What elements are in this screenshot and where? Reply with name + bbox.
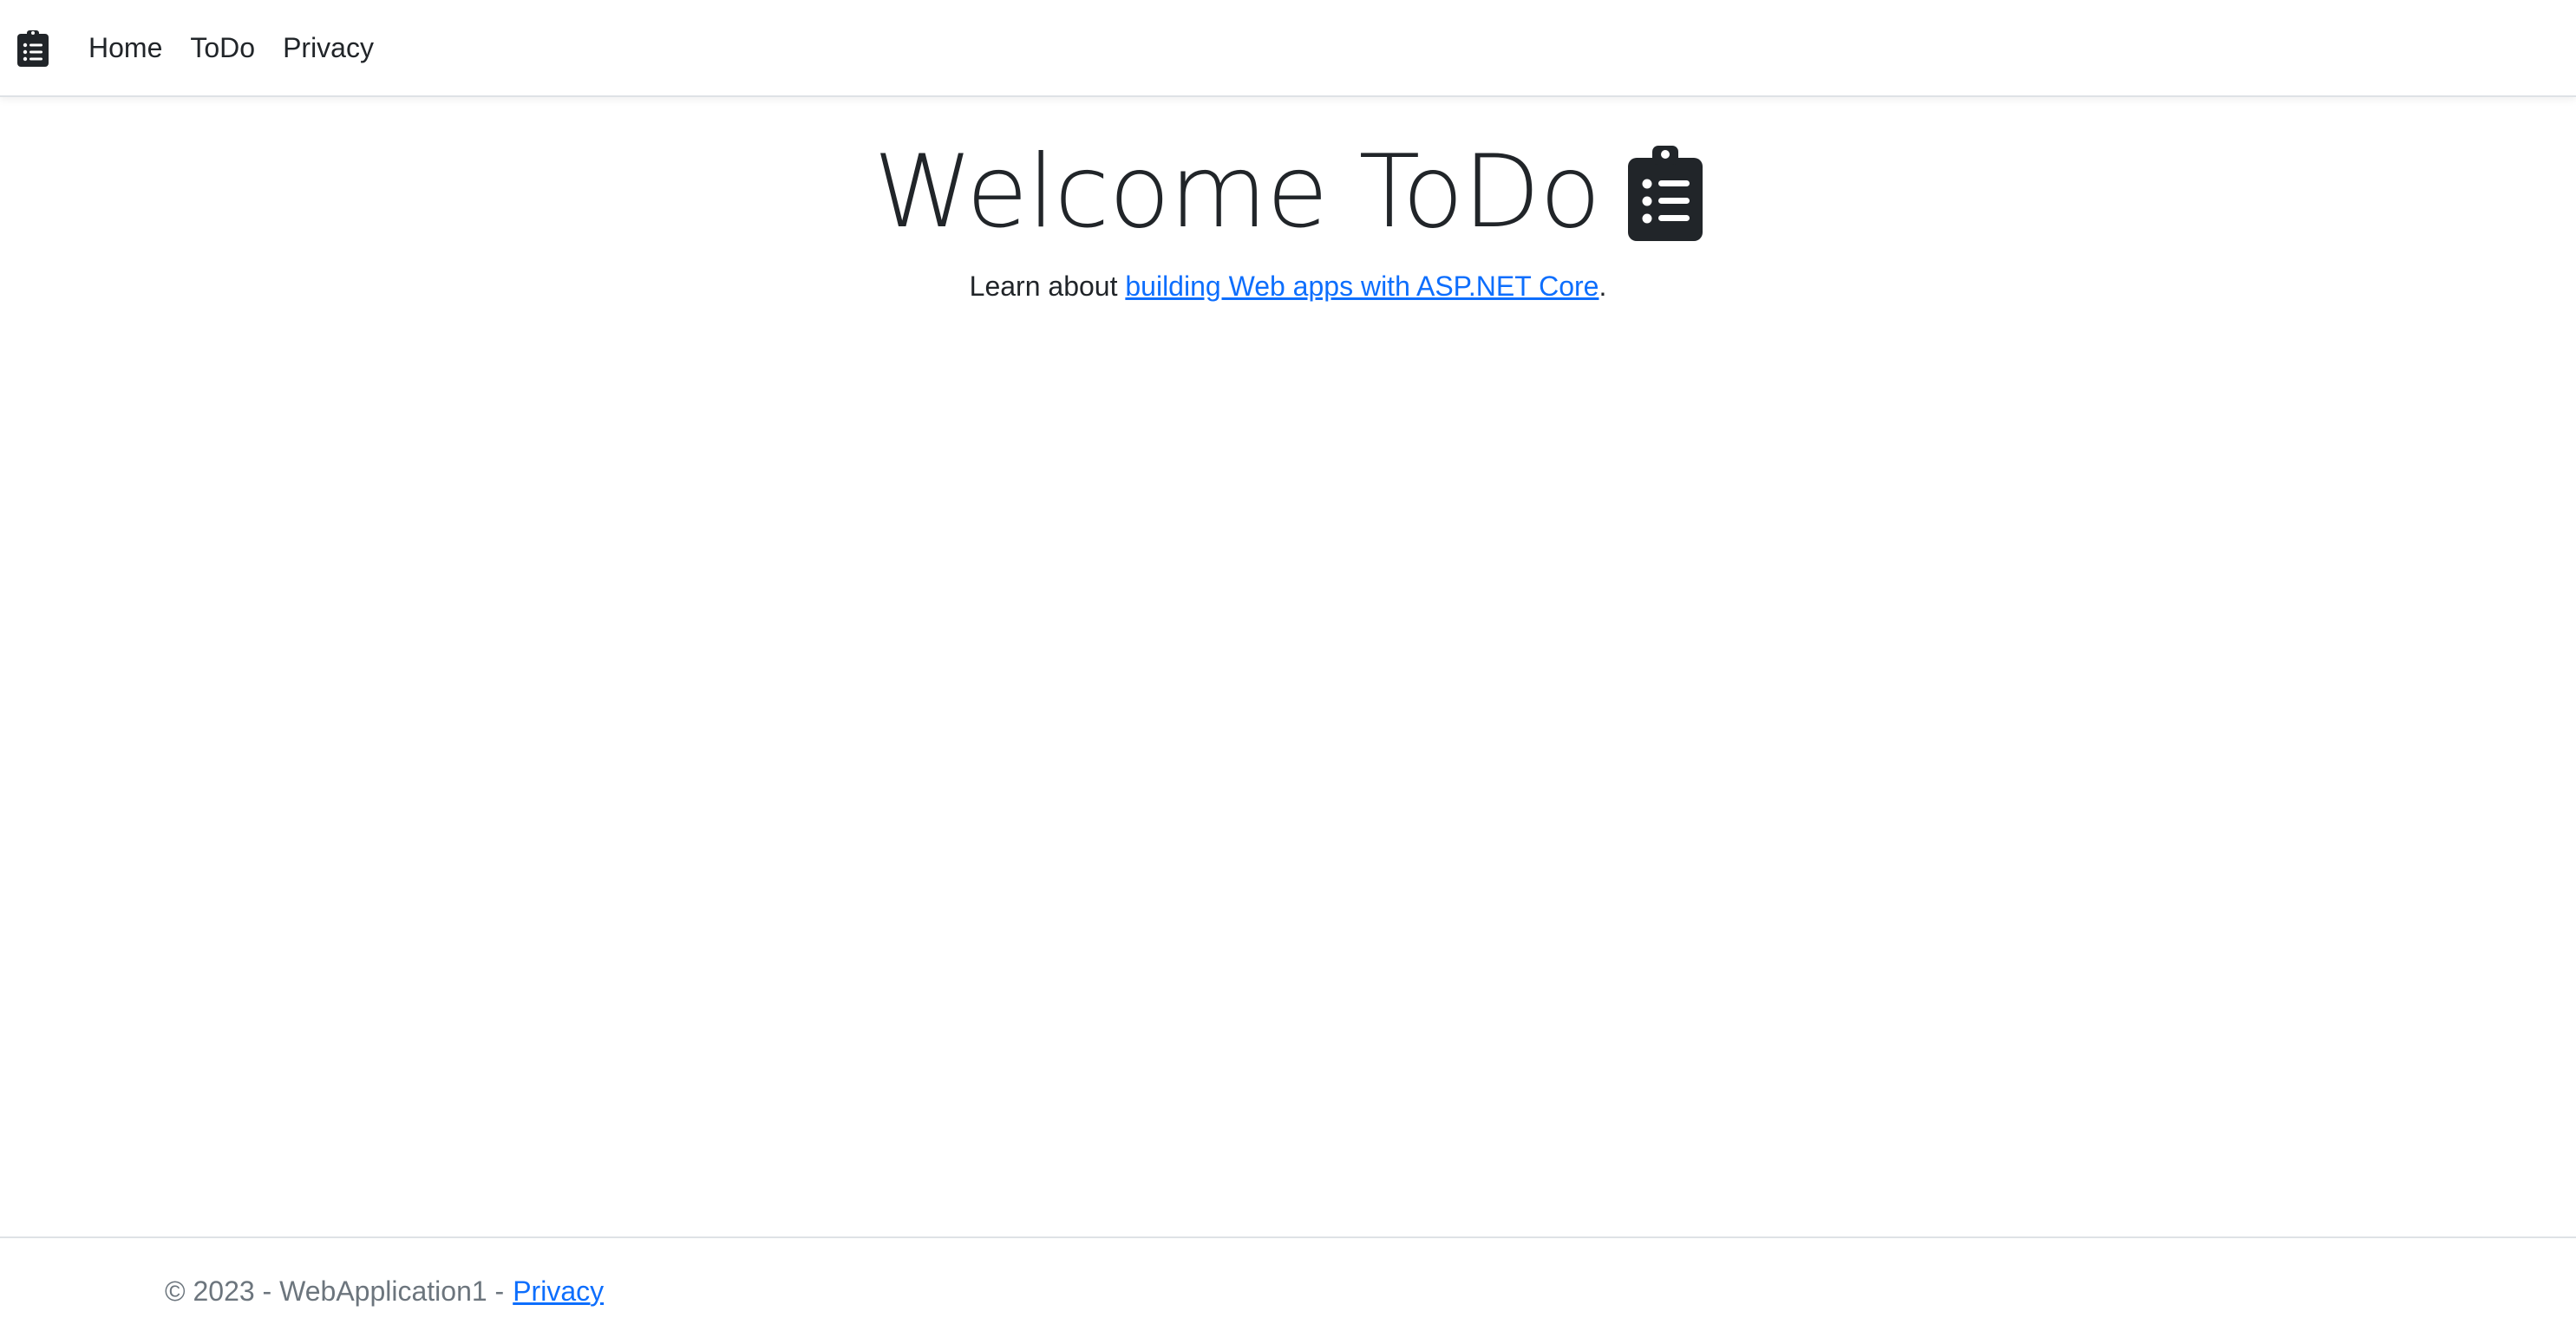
nav-home-link[interactable]: Home: [88, 34, 162, 62]
welcome-heading: Welcome ToDo: [873, 134, 1601, 251]
page-title: Welcome ToDo: [0, 132, 2576, 253]
top-navbar: Home ToDo Privacy: [0, 0, 2576, 97]
footer-privacy-link[interactable]: Privacy: [513, 1275, 604, 1308]
footer: © 2023 - WebApplication1 - Privacy: [0, 1236, 2576, 1344]
clipboard-list-icon: [17, 30, 49, 67]
brand-clipboard-icon[interactable]: [17, 29, 52, 67]
main-content: Welcome ToDo Learn about building Web ap…: [0, 97, 2576, 303]
lead-suffix: .: [1599, 271, 1607, 302]
clipboard-list-icon: [1627, 146, 1703, 241]
footer-copyright: © 2023 - WebApplication1 -: [165, 1275, 505, 1307]
lead-prefix: Learn about: [969, 271, 1126, 302]
aspnet-docs-link[interactable]: building Web apps with ASP.NET Core: [1125, 271, 1599, 302]
nav-todo-link[interactable]: ToDo: [190, 34, 255, 62]
nav-privacy-link[interactable]: Privacy: [283, 34, 374, 62]
lead-text: Learn about building Web apps with ASP.N…: [0, 271, 2576, 303]
